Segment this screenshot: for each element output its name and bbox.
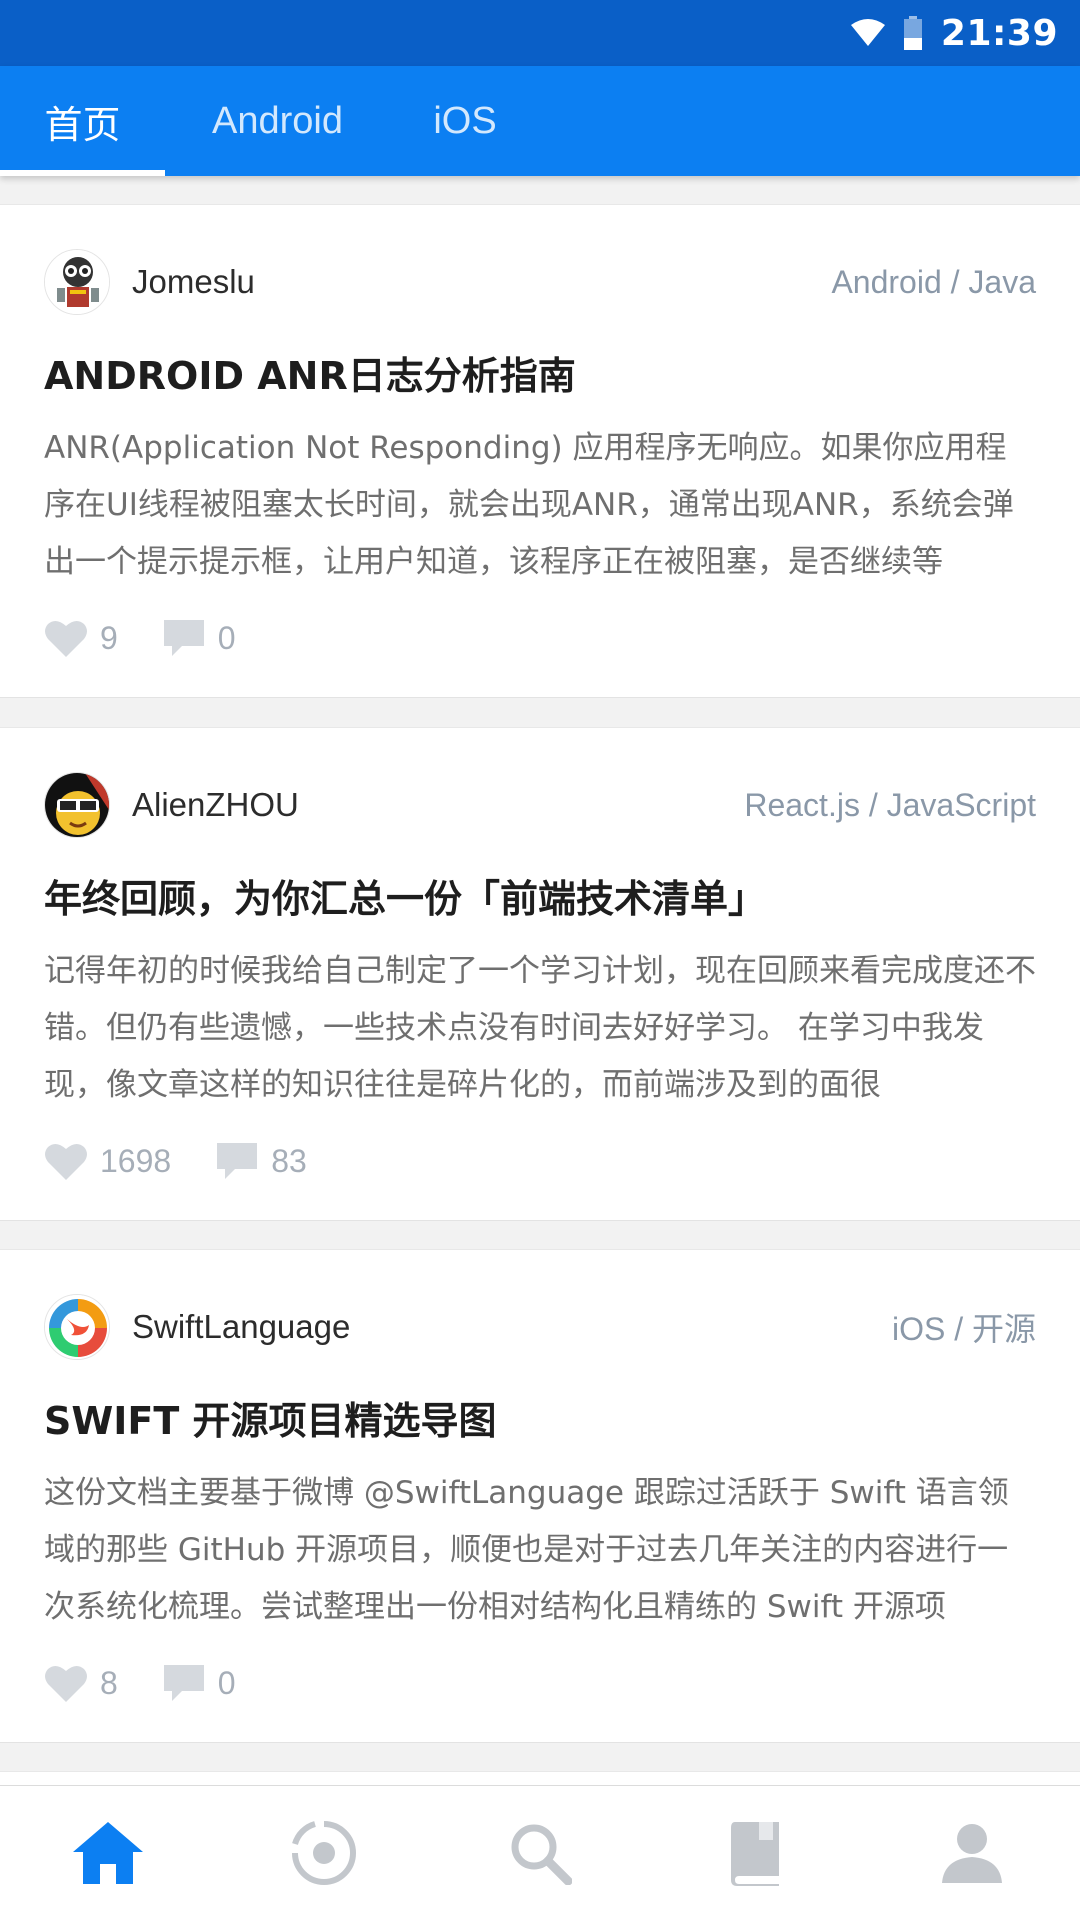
card-footer: 8 0 [44,1658,236,1708]
comment-count: 0 [217,619,236,656]
card-header: AlienZHOU React.js / JavaScript [44,772,1036,838]
like-button[interactable]: 1698 [44,1141,171,1181]
article-title[interactable]: ANDROID ANR日志分析指南 [44,345,1036,400]
comment-button[interactable]: 83 [215,1141,307,1181]
nav-search[interactable] [480,1803,600,1903]
swift-logo-avatar-icon [45,1295,109,1359]
article-excerpt: 这份文档主要基于微博 @SwiftLanguage 跟踪过活跃于 Swift 语… [44,1475,1009,1625]
author-avatar[interactable] [44,249,110,315]
clock: 21:39 [940,12,1058,54]
card-footer: 9 0 [44,613,236,663]
robot-avatar-icon [45,250,109,314]
heart-icon [45,1143,87,1180]
nav-hot[interactable] [264,1803,384,1903]
author-name[interactable]: Jomeslu [132,263,255,301]
article-title[interactable]: 年终回顾，为你汇总一份「前端技术清单」 [44,868,1036,923]
article-tags: Android / Java [831,263,1036,300]
author-avatar[interactable] [44,772,110,838]
like-count: 9 [100,619,118,656]
tab-android[interactable]: Android [165,66,390,176]
comment-icon [163,1665,204,1701]
card-footer: 1698 83 [44,1136,307,1186]
active-tab-indicator [0,170,165,176]
category-tab-bar: 首页 Android iOS [0,66,1080,176]
status-icons: 21:39 [850,12,1058,54]
tab-android-label: Android [212,99,343,142]
like-count: 8 [100,1664,118,1701]
article-card[interactable]: SwiftLanguage iOS / 开源 SWIFT 开源项目精选导图 这份… [0,1249,1080,1743]
tab-ios-label: iOS [433,99,497,142]
like-button[interactable]: 8 [44,1663,118,1703]
tab-ios[interactable]: iOS [390,66,540,176]
home-icon [73,1822,143,1884]
comment-button[interactable]: 0 [162,618,236,658]
comment-icon [163,620,204,656]
book-icon [731,1822,779,1886]
wifi-icon [850,19,885,46]
article-tags: React.js / JavaScript [744,786,1036,823]
article-title[interactable]: SWIFT 开源项目精选导图 [44,1390,1036,1445]
nav-books[interactable] [696,1803,816,1903]
profile-icon [942,1824,1002,1883]
heart-icon [45,620,87,657]
tab-home-label: 首页 [44,104,121,147]
card-header: SwiftLanguage iOS / 开源 [44,1294,1036,1360]
search-icon [511,1824,572,1885]
article-card[interactable]: Jomeslu Android / Java ANDROID ANR日志分析指南… [0,204,1080,698]
author-name[interactable]: AlienZHOU [132,786,299,824]
battery-icon [903,16,922,50]
article-card[interactable]: AlienZHOU React.js / JavaScript 年终回顾，为你汇… [0,727,1080,1221]
sunglasses-avatar-icon [45,773,109,837]
article-excerpt: ANR(Application Not Responding) 应用程序无响应。… [44,430,1014,580]
hot-icon [292,1821,356,1885]
tab-home[interactable]: 首页 [0,66,165,176]
card-header: Jomeslu Android / Java [44,249,1036,315]
comment-count: 83 [271,1142,307,1179]
like-count: 1698 [100,1142,172,1179]
comment-button[interactable]: 0 [162,1663,236,1703]
author-name[interactable]: SwiftLanguage [132,1308,350,1346]
bottom-navigation [0,1785,1080,1920]
article-excerpt: 记得年初的时候我给自己制定了一个学习计划，现在回顾来看完成度还不错。但仍有些遗憾… [44,953,1036,1103]
comment-count: 0 [217,1664,236,1701]
nav-profile[interactable] [912,1803,1032,1903]
comment-icon [217,1143,258,1179]
article-tags: iOS / 开源 [891,1311,1036,1347]
status-bar: 21:39 [0,0,1080,66]
nav-home[interactable] [48,1803,168,1903]
heart-icon [45,1665,87,1702]
like-button[interactable]: 9 [44,618,118,658]
author-avatar[interactable] [44,1294,110,1360]
